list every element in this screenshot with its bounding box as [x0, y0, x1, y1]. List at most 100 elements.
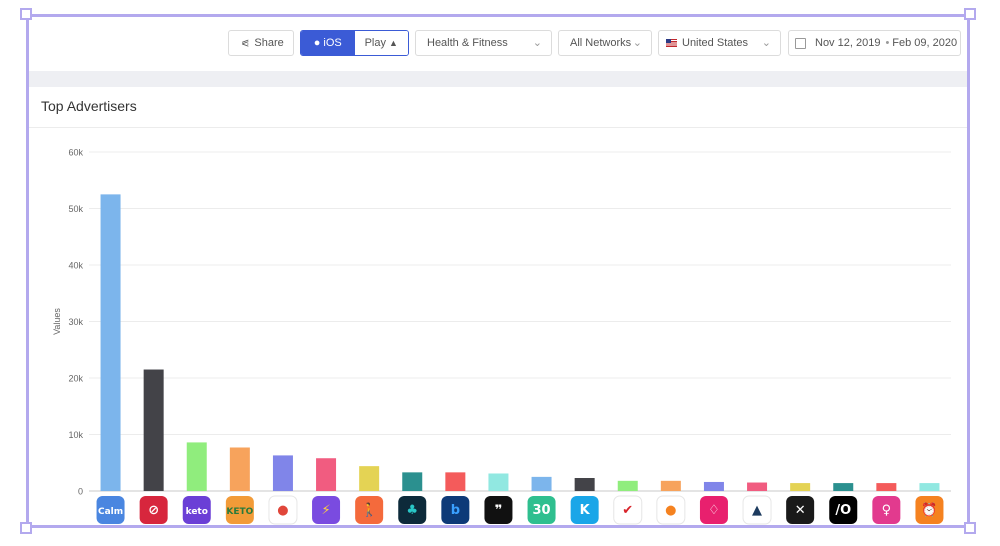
- io-icon[interactable]: /O: [829, 496, 858, 524]
- lightning-icon[interactable]: ⚡: [312, 496, 341, 524]
- bar: [574, 478, 595, 491]
- us-flag-icon: [666, 39, 677, 47]
- bar: [445, 472, 466, 491]
- svg-text:/O: /O: [835, 503, 851, 518]
- svg-text:Calm: Calm: [98, 507, 123, 517]
- card-title: Top Advertisers: [41, 98, 137, 114]
- bar: [488, 473, 509, 491]
- bar: [402, 472, 423, 491]
- svg-text:✔: ✔: [622, 503, 633, 518]
- svg-text:♀: ♀: [882, 503, 892, 518]
- bar: [316, 458, 337, 491]
- bar: [272, 455, 293, 491]
- bar: [617, 480, 638, 491]
- orange-dot-icon[interactable]: ●: [656, 495, 686, 525]
- network-value: All Networks: [570, 37, 632, 49]
- y-tick-label: 50k: [68, 204, 83, 214]
- svg-text:♣: ♣: [406, 503, 418, 518]
- svg-text:b: b: [451, 503, 460, 518]
- android-icon: ▲: [388, 38, 398, 48]
- resize-handle-bottom-left[interactable]: [20, 522, 32, 534]
- top-advertisers-bar-chart: 0 10k 20k 30k 40k 50k 60k Values Calm ⊘ keto KETO ● ⚡…: [52, 148, 951, 525]
- apple-icon: ●: [313, 37, 321, 49]
- chevron-down-icon: ⌄: [532, 37, 542, 49]
- date-separator: •: [885, 37, 890, 49]
- widget-frame: ⪗ Share ● iOS Play ▲ Health & Fitness ⌄ …: [26, 14, 970, 528]
- share-label: Share: [254, 37, 284, 49]
- card-divider: [29, 127, 967, 128]
- y-tick-label: 40k: [68, 261, 83, 271]
- red-check-icon[interactable]: ✔: [613, 495, 643, 525]
- ios-label: iOS: [323, 37, 342, 49]
- bar: [143, 369, 164, 491]
- svg-text:⚡: ⚡: [321, 503, 330, 518]
- y-tick-label: 30k: [68, 317, 83, 327]
- bar: [100, 194, 121, 491]
- bar: [229, 447, 250, 491]
- svg-text:♢: ♢: [708, 503, 720, 518]
- ios-tab[interactable]: ● iOS: [301, 31, 355, 55]
- country-select[interactable]: United States ⌄: [658, 30, 781, 56]
- svg-text:❞: ❞: [495, 503, 503, 518]
- peloton-icon[interactable]: ⊘: [139, 496, 168, 524]
- category-select[interactable]: Health & Fitness ⌄: [415, 30, 552, 56]
- filter-toolbar: ⪗ Share ● iOS Play ▲ Health & Fitness ⌄ …: [29, 17, 967, 75]
- svg-text:KETO: KETO: [226, 507, 253, 517]
- category-value: Health & Fitness: [427, 37, 508, 49]
- share-button[interactable]: ⪗ Share: [228, 30, 294, 56]
- play-tab[interactable]: Play ▲: [354, 31, 408, 55]
- alarm-icon[interactable]: ⏰: [915, 496, 944, 524]
- country-value: United States: [682, 37, 749, 49]
- triangle-icon[interactable]: ▲: [742, 495, 772, 525]
- bar: [790, 483, 811, 491]
- pregnancy-icon[interactable]: ♀: [872, 496, 901, 524]
- bar: [833, 483, 854, 491]
- resize-handle-top-left[interactable]: [20, 8, 32, 20]
- bar: [747, 482, 768, 491]
- x-icon[interactable]: ✕: [786, 496, 815, 524]
- walking-icon[interactable]: 🚶: [355, 496, 384, 524]
- drop-icon[interactable]: ♢: [699, 496, 728, 524]
- 30-day-icon[interactable]: 30: [527, 496, 556, 524]
- b-icon[interactable]: b: [441, 496, 470, 524]
- svg-text:⊘: ⊘: [148, 503, 159, 518]
- svg-text:▲: ▲: [752, 503, 762, 518]
- calendar-icon: [795, 37, 806, 49]
- chevron-down-icon: ⌄: [632, 37, 642, 49]
- svg-text:K: K: [580, 503, 591, 518]
- share-icon: ⪗: [241, 37, 250, 49]
- resize-handle-top-right[interactable]: [964, 8, 976, 20]
- date-range-picker[interactable]: Nov 12, 2019 • Feb 09, 2020: [788, 30, 961, 56]
- svg-text:keto: keto: [186, 507, 208, 517]
- bar: [919, 483, 940, 491]
- bar: [186, 442, 207, 491]
- quote-icon[interactable]: ❞: [484, 496, 513, 524]
- svg-text:⏰: ⏰: [921, 501, 937, 518]
- section-divider-band: [29, 71, 967, 87]
- bar: [660, 480, 681, 491]
- svg-text:✕: ✕: [795, 503, 806, 518]
- svg-text:●: ●: [277, 503, 288, 518]
- tree-icon[interactable]: ♣: [398, 496, 427, 524]
- bar: [359, 466, 380, 491]
- keto-icon[interactable]: keto: [182, 496, 211, 524]
- svg-text:🚶: 🚶: [361, 502, 377, 518]
- keto-diet-icon[interactable]: KETO: [225, 496, 254, 524]
- k-icon[interactable]: K: [570, 496, 599, 524]
- chevron-down-icon: ⌄: [761, 37, 771, 49]
- calm-icon[interactable]: Calm: [96, 496, 125, 524]
- y-tick-label: 10k: [68, 430, 83, 440]
- y-tick-label: 0: [78, 487, 83, 497]
- svg-text:30: 30: [533, 503, 551, 518]
- date-end: Feb 09, 2020: [892, 37, 958, 49]
- y-tick-label: 20k: [68, 374, 83, 384]
- y-tick-label: 60k: [68, 148, 83, 158]
- y-axis-title: Values: [52, 308, 62, 335]
- bar: [703, 481, 724, 491]
- svg-text:●: ●: [665, 503, 676, 518]
- resize-handle-bottom-right[interactable]: [964, 522, 976, 534]
- network-select[interactable]: All Networks ⌄: [558, 30, 652, 56]
- apple-fruit-icon[interactable]: ●: [268, 495, 298, 525]
- bar: [876, 483, 897, 491]
- play-label: Play: [364, 37, 386, 49]
